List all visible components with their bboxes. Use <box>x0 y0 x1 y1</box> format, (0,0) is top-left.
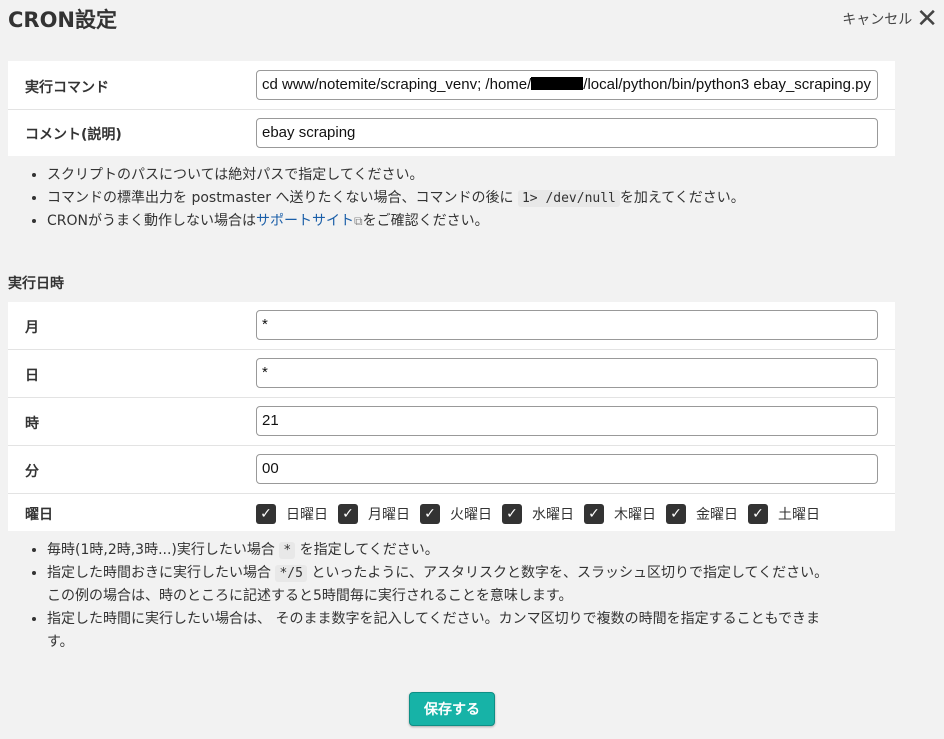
checkmark-icon[interactable]: ✓ <box>748 504 768 524</box>
weekday-wednesday[interactable]: ✓ 水曜日 <box>502 504 574 524</box>
save-button[interactable]: 保存する <box>409 692 495 726</box>
weekday-label: 曜日 <box>25 507 53 523</box>
command-input[interactable]: cd www/notemite/scraping_venv; /home/ /lo… <box>256 70 878 100</box>
weekday-saturday[interactable]: ✓ 土曜日 <box>748 504 820 524</box>
day-input[interactable]: * <box>256 358 878 388</box>
weekday-tuesday[interactable]: ✓ 火曜日 <box>420 504 492 524</box>
checkmark-icon[interactable]: ✓ <box>666 504 686 524</box>
code-interval: */5 <box>275 565 307 582</box>
command-row: 実行コマンド cd www/notemite/scraping_venv; /h… <box>8 61 895 110</box>
weekday-thursday[interactable]: ✓ 木曜日 <box>584 504 656 524</box>
note-dev-null: コマンドの標準出力を postmaster へ送りたくない場合、コマンドの後に … <box>47 187 745 210</box>
close-x-icon: ✕ <box>916 4 938 34</box>
cancel-button[interactable]: キャンセル ✕ <box>842 6 938 32</box>
schedule-notes: 毎時(1時,2時,3時...)実行したい場合 * を指定してください。 指定した… <box>30 539 828 654</box>
minute-row: 分 00 <box>8 446 895 494</box>
weekday-checkboxes: ✓ 日曜日 ✓ 月曜日 ✓ 火曜日 ✓ 水曜日 ✓ 木曜日 ✓ 金曜日 ✓ 土曜日 <box>256 504 830 524</box>
command-panel: 実行コマンド cd www/notemite/scraping_venv; /h… <box>8 61 895 156</box>
hour-input[interactable]: 21 <box>256 406 878 436</box>
month-row: 月 * <box>8 302 895 350</box>
day-row: 日 * <box>8 350 895 398</box>
cancel-label: キャンセル <box>842 12 913 28</box>
minute-label: 分 <box>25 464 39 480</box>
weekday-monday[interactable]: ✓ 月曜日 <box>338 504 410 524</box>
command-text-suffix: /local/python/bin/python3 ebay_scraping.… <box>583 76 871 93</box>
hour-row: 時 21 <box>8 398 895 446</box>
day-label: 日 <box>25 368 39 384</box>
note-support: CRONがうまく動作しない場合はサポートサイト⧉をご確認ください。 <box>47 210 745 233</box>
code-dev-null: 1> /dev/null <box>517 190 620 207</box>
checkmark-icon[interactable]: ✓ <box>420 504 440 524</box>
weekday-sunday[interactable]: ✓ 日曜日 <box>256 504 328 524</box>
weekday-row: 曜日 ✓ 日曜日 ✓ 月曜日 ✓ 火曜日 ✓ 水曜日 ✓ 木曜日 ✓ 金曜日 ✓ 土曜日 <box>8 494 895 531</box>
note-every-hour: 毎時(1時,2時,3時...)実行したい場合 * を指定してください。 <box>47 539 828 562</box>
hour-label: 時 <box>25 416 39 432</box>
note-absolute-path: スクリプトのパスについては絶対パスで指定してください。 <box>47 164 745 187</box>
note-interval: 指定した時間おきに実行したい場合 */5 といったように、アスタリスクと数字を、… <box>47 562 828 608</box>
code-asterisk: * <box>279 542 296 559</box>
checkmark-icon[interactable]: ✓ <box>584 504 604 524</box>
comment-label: コメント(説明) <box>25 127 122 143</box>
month-label: 月 <box>25 320 39 336</box>
checkmark-icon[interactable]: ✓ <box>338 504 358 524</box>
command-text-prefix: cd www/notemite/scraping_venv; /home/ <box>262 76 532 93</box>
command-notes: スクリプトのパスについては絶対パスで指定してください。 コマンドの標準出力を p… <box>30 164 745 233</box>
checkmark-icon[interactable]: ✓ <box>502 504 522 524</box>
external-link-icon: ⧉ <box>354 214 363 228</box>
redacted-block <box>531 77 584 90</box>
comment-row: コメント(説明) ebay scraping <box>8 110 895 157</box>
month-input[interactable]: * <box>256 310 878 340</box>
note-specific-time: 指定した時間に実行したい場合は、 そのまま数字を記入してください。カンマ区切りで… <box>47 608 828 654</box>
weekday-friday[interactable]: ✓ 金曜日 <box>666 504 738 524</box>
support-site-link[interactable]: サポートサイト <box>256 213 354 229</box>
schedule-section-title: 実行日時 <box>8 276 64 292</box>
schedule-panel: 月 * 日 * 時 21 分 00 曜日 ✓ 日曜日 ✓ 月曜日 ✓ 火曜日 ✓ 水曜日… <box>8 302 895 531</box>
checkmark-icon[interactable]: ✓ <box>256 504 276 524</box>
minute-input[interactable]: 00 <box>256 454 878 484</box>
command-label: 実行コマンド <box>25 80 109 96</box>
comment-input[interactable]: ebay scraping <box>256 118 878 148</box>
page-title: CRON設定 <box>8 8 118 32</box>
